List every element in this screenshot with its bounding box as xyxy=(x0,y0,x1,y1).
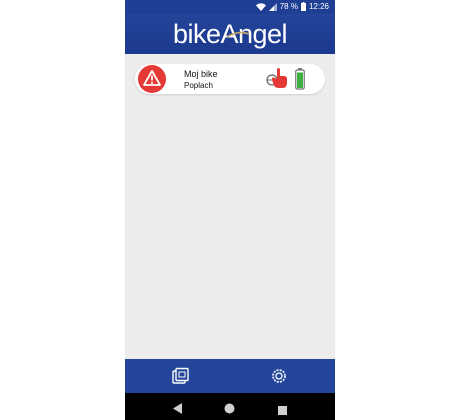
logo-text-bike: bike xyxy=(172,18,221,49)
device-status: Poplach xyxy=(184,81,213,90)
battery-icon xyxy=(300,2,306,11)
alarm-warning-icon xyxy=(137,64,167,94)
wifi-icon xyxy=(255,2,266,11)
settings-gear-icon[interactable] xyxy=(270,367,288,385)
app-header: bike Angel xyxy=(125,14,335,54)
cell-signal-icon xyxy=(268,2,277,11)
home-icon[interactable] xyxy=(224,401,235,419)
battery-percent: 78 % xyxy=(279,2,298,11)
hand-touch-icon xyxy=(271,67,289,94)
device-status-icons xyxy=(265,67,311,91)
app-screen: 78 % 12:26 bike Angel Moj bike Poplach xyxy=(125,0,335,420)
logo-swoosh-icon xyxy=(226,31,249,38)
clock: 12:26 xyxy=(308,2,329,11)
devices-icon[interactable] xyxy=(172,367,190,385)
device-card[interactable]: Moj bike Poplach xyxy=(135,64,325,94)
recents-icon[interactable] xyxy=(278,402,287,420)
device-name: Moj bike xyxy=(184,69,218,79)
app-logo: bike Angel xyxy=(172,18,288,49)
back-icon[interactable] xyxy=(173,401,183,419)
status-icons: 78 % 12:26 xyxy=(255,2,329,11)
battery-icon xyxy=(295,68,305,95)
system-nav-bar xyxy=(125,393,335,420)
status-bar: 78 % 12:26 xyxy=(125,0,335,14)
bottom-nav xyxy=(125,359,335,393)
